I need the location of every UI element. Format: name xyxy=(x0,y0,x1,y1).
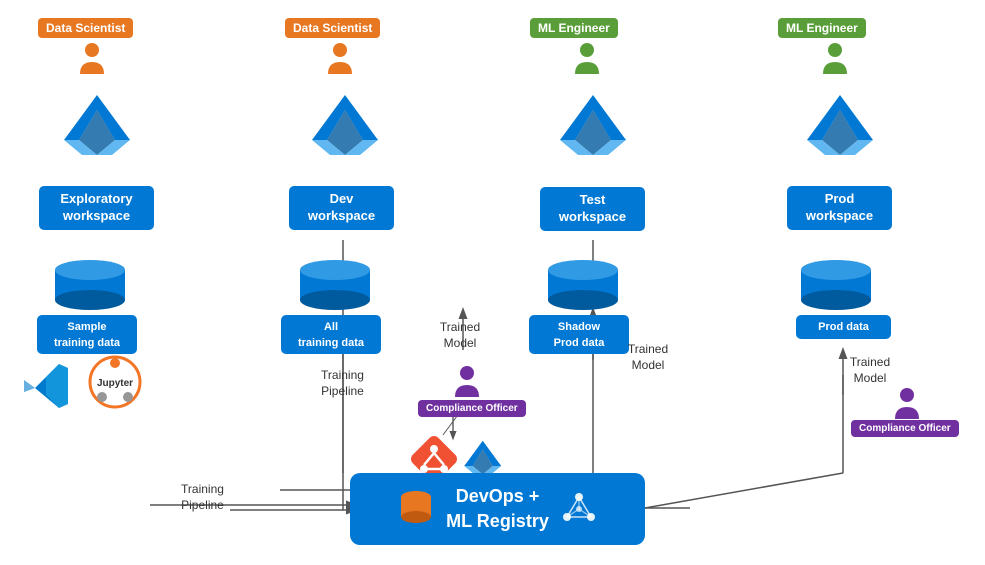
trained-model-label-1: Trained Model xyxy=(420,320,500,351)
person-mle2 xyxy=(821,42,849,79)
co-badge-prod: Compliance Officer xyxy=(851,420,959,437)
person-ds1 xyxy=(78,42,106,79)
workspace-label-test: Test workspace xyxy=(540,187,645,231)
training-pipeline-label-1: Training Pipeline xyxy=(300,368,385,399)
azure-icon-dev xyxy=(308,90,383,170)
co-badge-dev: Compliance Officer xyxy=(418,400,526,417)
devops-box: DevOps + ML Registry xyxy=(350,473,645,545)
vscode-icon xyxy=(20,360,72,417)
azure-icon-exploratory xyxy=(60,90,135,170)
devops-label: DevOps + ML Registry xyxy=(446,484,549,534)
role-badge-mle2: ML Engineer xyxy=(778,18,866,38)
azure-icon-prod xyxy=(803,90,878,170)
role-badge-mle1: ML Engineer xyxy=(530,18,618,38)
azure-icon-test xyxy=(556,90,631,170)
workspace-label-prod: Prod workspace xyxy=(787,186,892,230)
role-badge-ds2: Data Scientist xyxy=(285,18,380,38)
person-ds2 xyxy=(326,42,354,79)
training-pipeline-label-2: Training Pipeline xyxy=(160,482,245,513)
workspace-label-dev: Dev workspace xyxy=(289,186,394,230)
db-label-sample: Sample training data xyxy=(37,315,137,354)
role-badge-ds1: Data Scientist xyxy=(38,18,133,38)
db-icon-sample xyxy=(50,260,130,320)
person-co-dev xyxy=(453,365,481,402)
workspace-label-exploratory: Exploratory workspace xyxy=(39,186,154,230)
diagram: Data Scientist Data Scientist ML Enginee… xyxy=(0,0,985,565)
trained-model-label-2: Trained Model xyxy=(608,342,688,373)
trained-model-label-3: Trained Model xyxy=(830,355,910,386)
db-icon-all xyxy=(295,260,375,320)
db-label-prod: Prod data xyxy=(796,315,891,339)
svg-text:Jupyter: Jupyter xyxy=(97,378,133,389)
person-co-prod xyxy=(893,387,921,424)
db-icon-prod xyxy=(796,260,876,320)
person-mle1 xyxy=(573,42,601,79)
db-icon-shadow xyxy=(543,260,623,320)
db-label-all: All training data xyxy=(281,315,381,354)
jupyter-icon: Jupyter xyxy=(88,355,143,415)
